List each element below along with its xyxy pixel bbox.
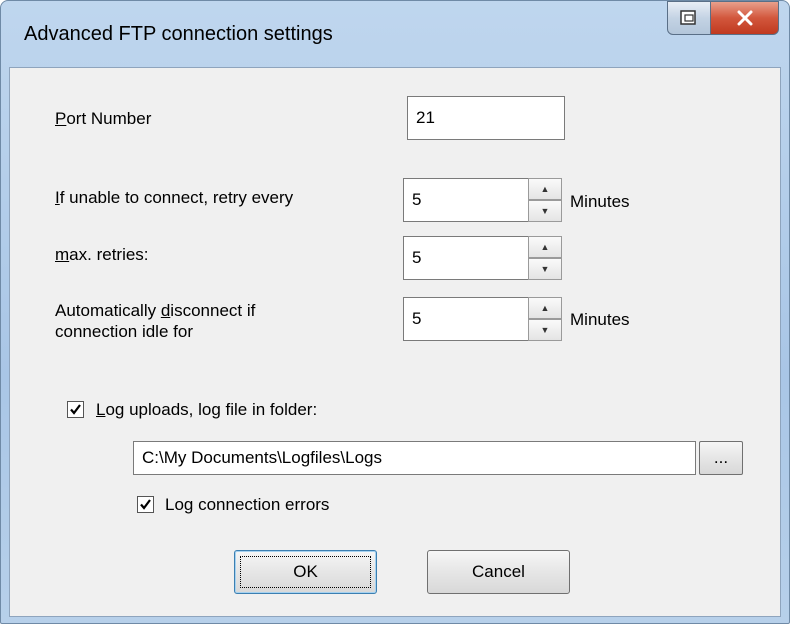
focus-rectangle: [240, 556, 371, 588]
max-retries-spinner: ▲ ▼: [528, 236, 562, 280]
idle-unit-label: Minutes: [570, 310, 630, 329]
idle-disconnect-label: Automatically disconnect if connection i…: [55, 301, 256, 341]
retry-unit-label: Minutes: [570, 192, 630, 211]
browse-folder-button[interactable]: ...: [699, 441, 743, 475]
port-number-label: Port Number: [55, 109, 152, 128]
cancel-button[interactable]: Cancel: [427, 550, 570, 594]
spin-up-button[interactable]: ▲: [528, 236, 562, 258]
restore-button[interactable]: [667, 1, 711, 35]
log-errors-label: Log connection errors: [165, 495, 330, 514]
retry-interval-spinner: ▲ ▼: [528, 178, 562, 222]
port-number-input[interactable]: 21: [407, 96, 565, 140]
close-button[interactable]: [711, 1, 779, 35]
checkmark-icon: [70, 404, 81, 415]
spin-down-button[interactable]: ▼: [528, 200, 562, 222]
checkmark-icon: [140, 499, 151, 510]
ok-button[interactable]: OK: [234, 550, 377, 594]
dialog-client-area: Port Number 21 If unable to connect, ret…: [9, 67, 781, 617]
log-uploads-checkbox[interactable]: [67, 401, 84, 418]
spin-down-button[interactable]: ▼: [528, 319, 562, 341]
retry-interval-label: If unable to connect, retry every: [55, 188, 294, 207]
spin-up-button[interactable]: ▲: [528, 178, 562, 200]
max-retries-input[interactable]: 5: [403, 236, 531, 280]
spin-up-button[interactable]: ▲: [528, 297, 562, 319]
close-icon: [737, 10, 752, 26]
restore-icon: [680, 10, 696, 25]
log-folder-input[interactable]: C:\My Documents\Logfiles\Logs: [133, 441, 696, 475]
log-uploads-label: Log uploads, log file in folder:: [96, 400, 318, 419]
title-bar-buttons: [667, 1, 779, 37]
idle-timeout-input[interactable]: 5: [403, 297, 531, 341]
window-title: Advanced FTP connection settings: [24, 23, 333, 45]
dialog-window: Advanced FTP connection settings Port Nu…: [0, 0, 790, 624]
max-retries-label: max. retries:: [55, 245, 149, 264]
idle-timeout-spinner: ▲ ▼: [528, 297, 562, 341]
log-errors-checkbox[interactable]: [137, 496, 154, 513]
spin-down-button[interactable]: ▼: [528, 258, 562, 280]
retry-interval-input[interactable]: 5: [403, 178, 531, 222]
